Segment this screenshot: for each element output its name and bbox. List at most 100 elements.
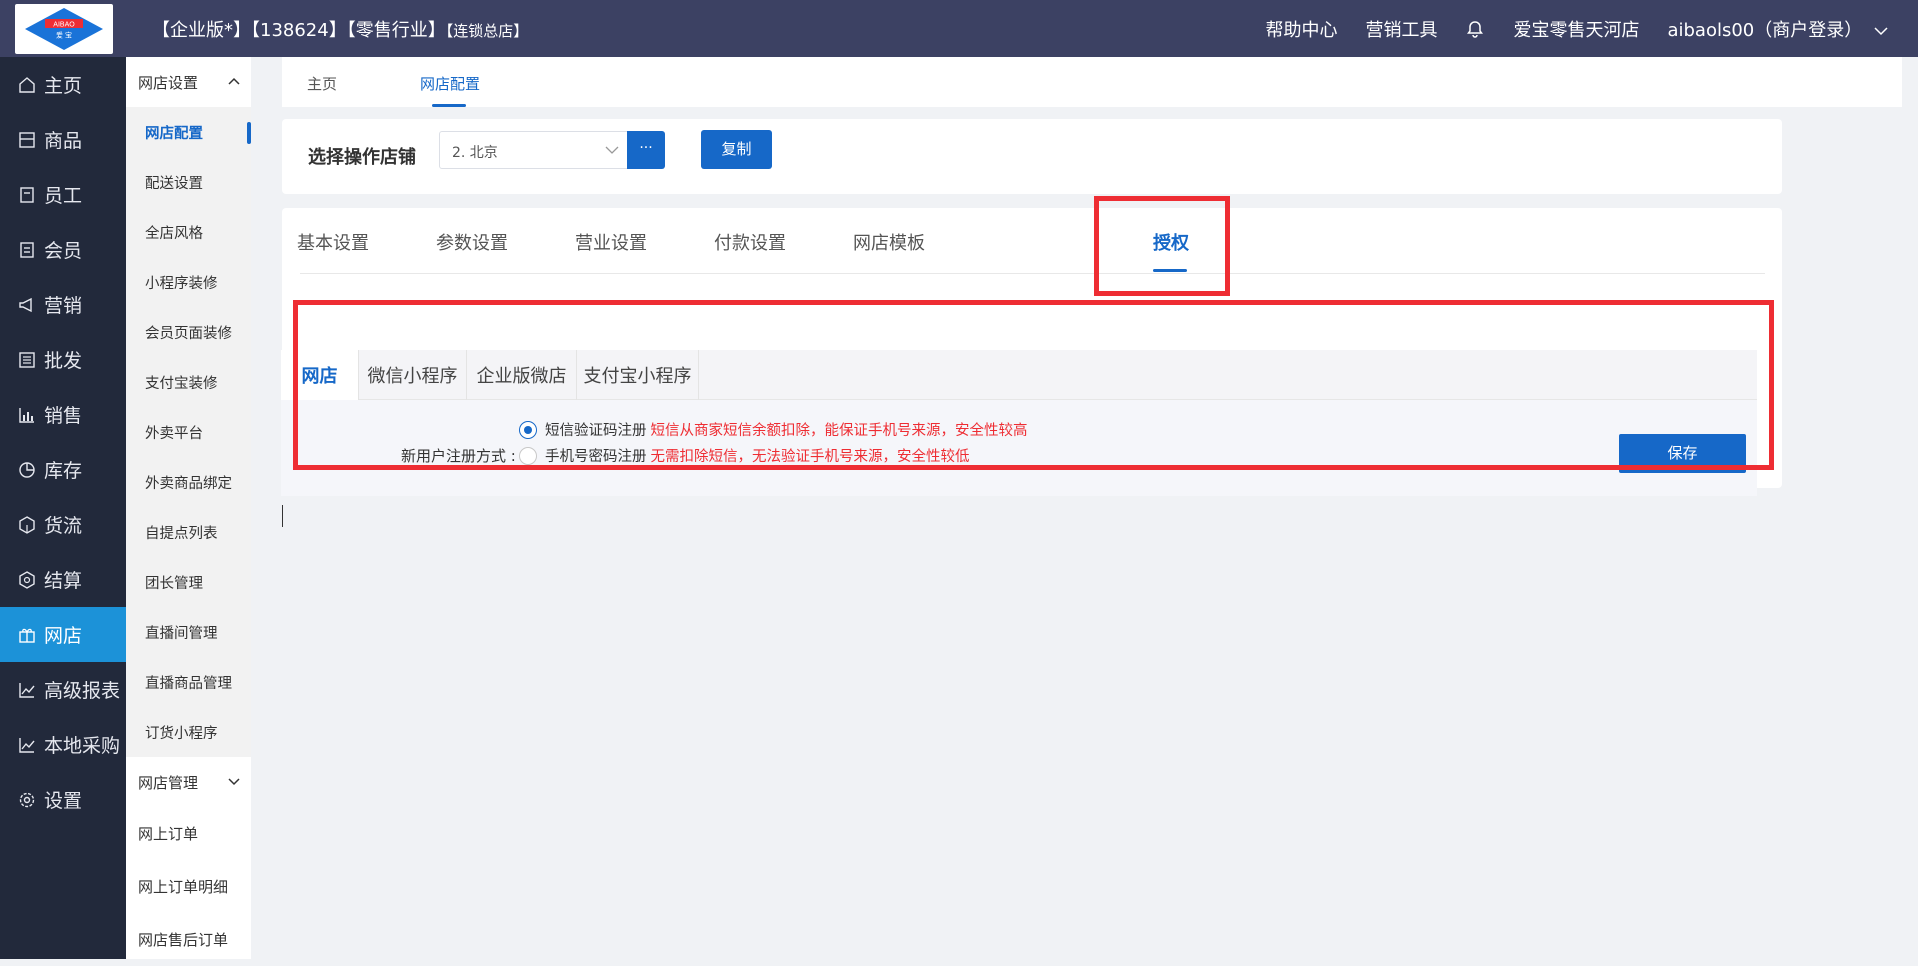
subnav-item-style[interactable]: 全店风格 [126, 207, 251, 257]
sidebar-item-stock[interactable]: 库存 [0, 442, 126, 497]
sidebar-item-label: 营销 [44, 295, 83, 317]
store-select-value: 2. 北京 [452, 145, 498, 161]
goods-icon [19, 131, 35, 148]
sidebar-item-settings[interactable]: 设置 [0, 772, 126, 827]
subnav-item-online-order-details[interactable]: 网上订单明细 [126, 860, 251, 913]
tab-param-settings[interactable]: 参数设置 [436, 229, 508, 255]
current-store-link[interactable]: 爱宝零售天河店 [1513, 16, 1639, 42]
subnav-item-miniapp-decor[interactable]: 小程序装修 [126, 257, 251, 307]
sidebar-item-label: 高级报表 [44, 680, 121, 702]
store-select-dropdown[interactable]: 2. 北京 [439, 131, 630, 169]
subnav-item-pickup-list[interactable]: 自提点列表 [126, 507, 251, 557]
subnav-item-aftersale-orders[interactable]: 网店售后订单 [126, 913, 251, 966]
settlement-icon [19, 570, 35, 589]
sidebar-item-label: 库存 [44, 460, 83, 482]
staff-icon [20, 186, 34, 203]
aibao-logo[interactable]: AIBAO 爱 宝 [15, 4, 113, 54]
subnav-item-leader[interactable]: 团长管理 [126, 557, 251, 607]
primary-sidebar: 主页 商品 员工 会员 营销 批发 销售 库存 货流 结算 网店 高级报表 本地… [0, 57, 126, 959]
sidebar-item-logistics[interactable]: 货流 [0, 497, 126, 552]
sidebar-item-label: 员工 [44, 185, 83, 207]
settings-icon [19, 792, 35, 807]
sidebar-item-wholesale[interactable]: 批发 [0, 332, 126, 387]
sidebar-item-staff[interactable]: 员工 [0, 167, 126, 222]
tab-basic-settings[interactable]: 基本设置 [297, 229, 369, 255]
logo-icon: AIBAO 爱 宝 [25, 8, 103, 50]
account-title-branch: 【连锁总店】 [445, 22, 529, 40]
sidebar-item-label: 本地采购 [44, 735, 121, 757]
sidebar-item-purchase[interactable]: 本地采购 [0, 717, 126, 772]
sidebar-item-label: 主页 [44, 75, 83, 97]
subnav-group-shop-settings[interactable]: 网店设置 [126, 57, 251, 107]
subnav-item-live-room[interactable]: 直播间管理 [126, 607, 251, 657]
sidebar-item-label: 批发 [44, 350, 83, 372]
sidebar-item-label: 网店 [44, 625, 83, 647]
tab-shop-config[interactable]: 网店配置 [420, 73, 480, 94]
svg-text:AIBAO: AIBAO [53, 22, 75, 29]
main-content: 主页 网店配置 选择操作店铺 2. 北京 ··· 复制 基本设置 参数设置 营业… [251, 57, 1918, 959]
subnav-group-shop-management[interactable]: 网店管理 [126, 757, 251, 807]
subnav-item-shop-config[interactable]: 网店配置 [126, 107, 251, 157]
active-tab-indicator [432, 104, 466, 107]
marketing-icon [19, 297, 32, 312]
user-menu[interactable]: aibaols00（商户登录） [1667, 16, 1888, 42]
sidebar-item-label: 货流 [44, 515, 83, 537]
subnav-item-live-goods[interactable]: 直播商品管理 [126, 657, 251, 707]
subnav-item-takeaway[interactable]: 外卖平台 [126, 407, 251, 457]
member-icon [20, 241, 34, 258]
chevron-down-icon [1874, 27, 1888, 36]
subnav-item-online-orders[interactable]: 网上订单 [126, 807, 251, 860]
subnav-item-order-miniapp[interactable]: 订货小程序 [126, 707, 251, 757]
sidebar-item-goods[interactable]: 商品 [0, 112, 126, 167]
highlight-box-auth-tab [1094, 196, 1230, 296]
sidebar-item-report[interactable]: 高级报表 [0, 662, 126, 717]
sidebar-item-home[interactable]: 主页 [0, 57, 126, 112]
sidebar-item-marketing[interactable]: 营销 [0, 277, 126, 332]
sidebar-item-settlement[interactable]: 结算 [0, 552, 126, 607]
copy-button[interactable]: 复制 [701, 130, 772, 169]
sidebar-item-label: 销售 [44, 405, 83, 427]
sales-icon [19, 407, 34, 423]
user-name: aibaols00（商户登录） [1667, 20, 1863, 41]
subnav-group-items: 网店配置 配送设置 全店风格 小程序装修 会员页面装修 支付宝装修 外卖平台 外… [126, 107, 251, 757]
sidebar-item-label: 商品 [44, 130, 83, 152]
highlight-box-auth-panel [293, 300, 1774, 470]
store-select-label: 选择操作店铺 [308, 147, 416, 168]
sidebar-item-label: 会员 [44, 240, 83, 262]
secondary-sidebar: 网店设置 网店配置 配送设置 全店风格 小程序装修 会员页面装修 支付宝装修 外… [126, 57, 251, 959]
bell-icon[interactable] [1465, 19, 1485, 39]
tab-home[interactable]: 主页 [307, 73, 337, 94]
sidebar-item-member[interactable]: 会员 [0, 222, 126, 277]
sidebar-item-label: 结算 [44, 570, 83, 592]
store-more-button[interactable]: ··· [627, 131, 665, 169]
sidebar-item-shop[interactable]: 网店 [0, 607, 126, 662]
subnav-item-delivery[interactable]: 配送设置 [126, 157, 251, 207]
report-icon [19, 682, 35, 698]
page-tabs: 主页 网店配置 [282, 57, 1902, 107]
subnav-group-label: 网店设置 [138, 73, 199, 92]
subnav-group-label: 网店管理 [138, 773, 199, 792]
stock-icon [19, 461, 35, 478]
subnav-item-alipay-decor[interactable]: 支付宝装修 [126, 357, 251, 407]
account-title: 【企业版*】【138624】【零售行业】【连锁总店】 [152, 16, 528, 42]
svg-text:爱 宝: 爱 宝 [56, 31, 72, 40]
marketing-tools-link[interactable]: 营销工具 [1365, 16, 1437, 42]
logistics-icon [19, 515, 35, 534]
tab-payment-settings[interactable]: 付款设置 [714, 229, 786, 255]
text-cursor [282, 505, 283, 527]
purchase-icon [19, 737, 35, 753]
top-right-menu: 帮助中心 营销工具 爱宝零售天河店 aibaols00（商户登录） [1265, 16, 1888, 42]
chevron-down-icon [228, 778, 240, 786]
shop-icon [19, 628, 35, 643]
chevron-down-icon [605, 146, 619, 154]
tab-business-settings[interactable]: 营业设置 [575, 229, 647, 255]
chevron-up-icon [228, 77, 240, 85]
subnav-item-takeaway-binding[interactable]: 外卖商品绑定 [126, 457, 251, 507]
store-select-card: 选择操作店铺 2. 北京 ··· 复制 [282, 119, 1782, 194]
help-center-link[interactable]: 帮助中心 [1265, 16, 1337, 42]
sidebar-item-sales[interactable]: 销售 [0, 387, 126, 442]
tab-divider [300, 273, 1765, 274]
tab-shop-template[interactable]: 网店模板 [853, 229, 925, 255]
top-bar: AIBAO 爱 宝 【企业版*】【138624】【零售行业】【连锁总店】 帮助中… [0, 0, 1918, 57]
subnav-item-member-page-decor[interactable]: 会员页面装修 [126, 307, 251, 357]
